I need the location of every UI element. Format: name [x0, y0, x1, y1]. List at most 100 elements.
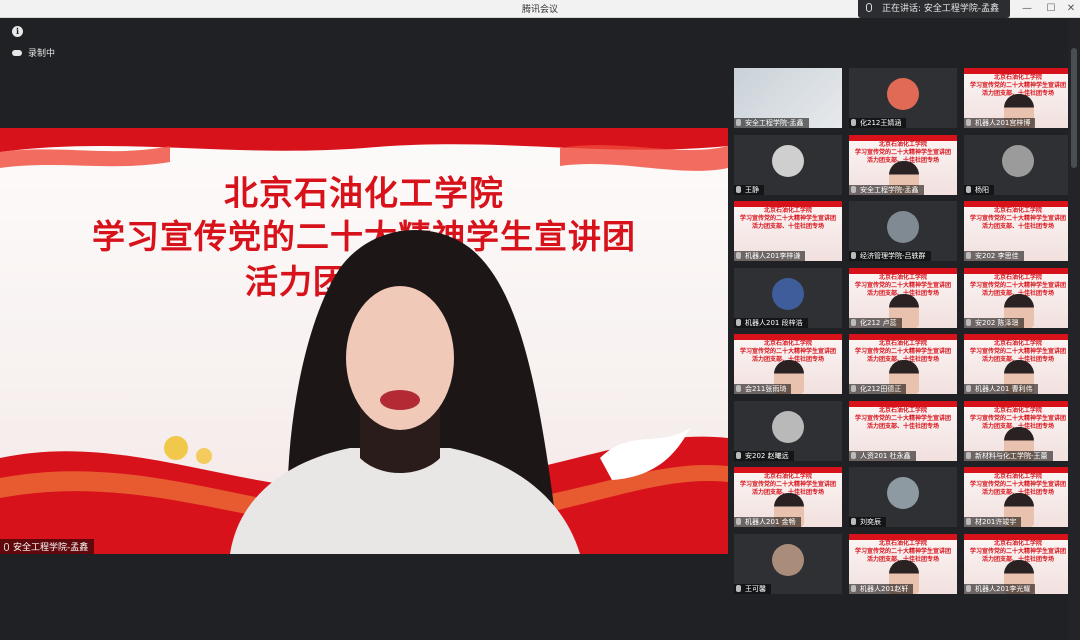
thumbnail-slide-line-1: 北京石油化工学院	[878, 140, 927, 148]
participant-tile[interactable]: 北京石油化工学院学习宣传党的二十大精神学生宣讲团活力团支部、十佳社团专场机器人2…	[849, 533, 957, 594]
participant-tile[interactable]: 北京石油化工学院学习宣传党的二十大精神学生宣讲团活力团支部、十佳社团专场机器人2…	[964, 533, 1072, 594]
participant-tile[interactable]: 北京石油化工学院学习宣传党的二十大精神学生宣讲团活力团支部、十佳社团专场安202…	[964, 201, 1072, 261]
participant-name-label: 人资201 杜永鑫	[849, 450, 916, 461]
main-participant-label: 安全工程学院-孟鑫	[0, 539, 95, 554]
info-icon[interactable]: i	[12, 26, 23, 37]
avatar	[1002, 144, 1034, 177]
participant-name: 新材料与化工学院-王蕾	[975, 451, 1048, 460]
thumbnail-slide-line-1: 北京石油化工学院	[878, 406, 927, 414]
participant-name-label: 安202 李思佳	[964, 251, 1024, 261]
participant-tile[interactable]: 安全工程学院-孟鑫	[734, 68, 842, 128]
microphone-icon	[851, 318, 856, 326]
microphone-icon	[736, 451, 741, 459]
participant-tile[interactable]: 王可馨	[734, 533, 842, 594]
participant-name-label: 王可馨	[734, 583, 771, 594]
participant-name: 化212田德正	[860, 385, 902, 393]
participant-name-label: 化212王婧涵	[849, 118, 907, 128]
thumbnail-slide-line-1: 北京石油化工学院	[993, 74, 1042, 81]
thumbnail-slide-line-1: 北京石油化工学院	[993, 539, 1042, 547]
participant-name-label: 化212 卢蕊	[849, 317, 902, 328]
participant-tile[interactable]: 北京石油化工学院学习宣传党的二十大精神学生宣讲团活力团支部、十佳社团专场材201…	[964, 467, 1072, 527]
thumbnail-slide-line-2: 学习宣传党的二十大精神学生宣讲团	[739, 215, 836, 222]
participant-name: 经济管理学院-吕轶群	[860, 252, 926, 260]
thumbnail-slide-line-2: 学习宣传党的二十大精神学生宣讲团	[854, 148, 951, 156]
scrollbar-thumb[interactable]	[1071, 48, 1077, 168]
participant-name: 人资201 杜永鑫	[860, 451, 911, 460]
microphone-icon	[966, 185, 971, 193]
microphone-icon	[966, 451, 971, 459]
microphone-icon	[966, 518, 971, 525]
speaker-figure	[230, 229, 580, 554]
participant-name: 化212王婧涵	[860, 119, 902, 127]
participant-tile[interactable]: 王静	[734, 134, 842, 195]
thumbnail-slide-line-2: 学习宣传党的二十大精神学生宣讲团	[854, 547, 951, 555]
participant-tile[interactable]: 经济管理学院-吕轶群	[849, 201, 957, 261]
participant-tile[interactable]: 北京石油化工学院学习宣传党的二十大精神学生宣讲团活力团支部、十佳社团专场新材料与…	[964, 400, 1072, 461]
maximize-button[interactable]: ☐	[1040, 1, 1062, 17]
participant-tile[interactable]: 刘奕辰	[849, 467, 957, 527]
participant-tile[interactable]: 北京石油化工学院学习宣传党的二十大精神学生宣讲团活力团支部、十佳社团专场会211…	[734, 334, 842, 394]
participant-name: 机器人201 曹利伟	[975, 385, 1033, 393]
microphone-icon	[866, 3, 872, 12]
participant-name: 机器人201宫梓博	[975, 119, 1031, 127]
main-participant-name: 安全工程学院-孟鑫	[13, 543, 89, 553]
participant-name: 安202 赵曦远	[745, 451, 789, 460]
avatar	[772, 144, 804, 177]
thumbnail-slide-line-2: 学习宣传党的二十大精神学生宣讲团	[969, 414, 1066, 422]
thumbnail-slide-line-2: 学习宣传党的二十大精神学生宣讲团	[739, 481, 836, 488]
thumbnail-slide-line-3: 活力团支部、十佳社团专场	[866, 422, 939, 430]
participant-tile[interactable]: 北京石油化工学院学习宣传党的二十大精神学生宣讲团活力团支部、十佳社团专场机器人2…	[734, 467, 842, 527]
participant-tile[interactable]: 北京石油化工学院学习宣传党的二十大精神学生宣讲团活力团支部、十佳社团专场机器人2…	[734, 201, 842, 261]
participant-tile[interactable]: 北京石油化工学院学习宣传党的二十大精神学生宣讲团活力团支部、十佳社团专场机器人2…	[964, 68, 1072, 128]
participant-tile[interactable]: 化212王婧涵	[849, 68, 957, 128]
thumbnail-slide-line-2: 学习宣传党的二十大精神学生宣讲团	[969, 481, 1066, 488]
participant-tile[interactable]: 北京石油化工学院学习宣传党的二十大精神学生宣讲团活力团支部、十佳社团专场安202…	[964, 267, 1072, 328]
participant-name-label: 安202 陈泽璟	[964, 317, 1024, 328]
microphone-icon	[851, 252, 856, 259]
thumbnail-slide-line-1: 北京石油化工学院	[993, 473, 1042, 480]
participant-tile[interactable]: 北京石油化工学院学习宣传党的二十大精神学生宣讲团活力团支部、十佳社团专场化212…	[849, 267, 957, 328]
close-button[interactable]: ✕	[1060, 1, 1080, 17]
participant-name-label: 经济管理学院-吕轶群	[849, 251, 931, 261]
participant-name-label: 刘奕辰	[849, 517, 886, 527]
microphone-icon	[966, 318, 971, 326]
thumbnail-slide-line-1: 北京石油化工学院	[878, 539, 927, 547]
participant-name-label: 机器人201 曹利伟	[964, 384, 1038, 394]
minimize-button[interactable]: —	[1016, 1, 1038, 17]
participant-tile[interactable]: 安202 赵曦远	[734, 400, 842, 461]
participant-name-label: 新材料与化工学院-王蕾	[964, 450, 1053, 461]
microphone-icon	[966, 584, 971, 592]
microphone-icon	[851, 119, 856, 126]
microphone-icon	[851, 584, 856, 592]
thumbnail-slide-line-1: 北京石油化工学院	[878, 273, 927, 281]
microphone-icon	[736, 185, 741, 193]
microphone-icon	[851, 518, 856, 525]
microphone-icon	[736, 119, 741, 126]
participant-name-label: 杨阳	[964, 184, 994, 195]
participant-tile[interactable]: 机器人201 段梓浩	[734, 267, 842, 328]
main-video[interactable]: 北京石油化工学院 学习宣传党的二十大精神学生宣讲团 活力团支部专场 安全工程学院…	[0, 128, 728, 554]
main-stage: i 录制中 北京石油化工学院 学习宣传党的二十大精神学生宣讲团 活力团支部专场 …	[0, 18, 728, 640]
participant-tile[interactable]: 杨阳	[964, 134, 1072, 195]
avatar	[887, 477, 919, 509]
microphone-icon	[966, 119, 971, 126]
recording-label: 录制中	[28, 49, 56, 59]
thumbnail-slide-line-1: 北京石油化工学院	[763, 340, 812, 347]
participant-name: 安202 李思佳	[975, 252, 1019, 260]
active-speaker-indicator: 正在讲话: 安全工程学院-孟鑫	[858, 0, 1010, 18]
avatar	[772, 543, 804, 576]
participant-tile[interactable]: 北京石油化工学院 学习宣传党的二十大精神学生宣讲团 活力团支部、十佳社团专场 人资20…	[849, 400, 957, 461]
participant-tile[interactable]: 北京石油化工学院学习宣传党的二十大精神学生宣讲团活力团支部、十佳社团专场安全工程…	[849, 134, 957, 195]
active-speaker-label: 正在讲话: 安全工程学院-孟鑫	[882, 4, 1000, 14]
microphone-icon	[736, 385, 741, 392]
participant-name-label: 机器人201 段梓浩	[734, 317, 808, 328]
microphone-icon	[851, 385, 856, 392]
participant-name-label: 安全工程学院-孟鑫	[734, 118, 809, 128]
microphone-icon	[736, 252, 741, 259]
participant-tile[interactable]: 北京石油化工学院学习宣传党的二十大精神学生宣讲团活力团支部、十佳社团专场机器人2…	[964, 334, 1072, 394]
thumbnail-slide-line-2: 学习宣传党的二十大精神学生宣讲团	[969, 82, 1066, 89]
scrollbar[interactable]	[1068, 18, 1080, 640]
thumbnail-slide-line-2: 学习宣传党的二十大精神学生宣讲团	[969, 547, 1066, 555]
thumbnail-slide-line-1: 北京石油化工学院	[993, 207, 1042, 214]
participant-tile[interactable]: 北京石油化工学院学习宣传党的二十大精神学生宣讲团活力团支部、十佳社团专场化212…	[849, 334, 957, 394]
